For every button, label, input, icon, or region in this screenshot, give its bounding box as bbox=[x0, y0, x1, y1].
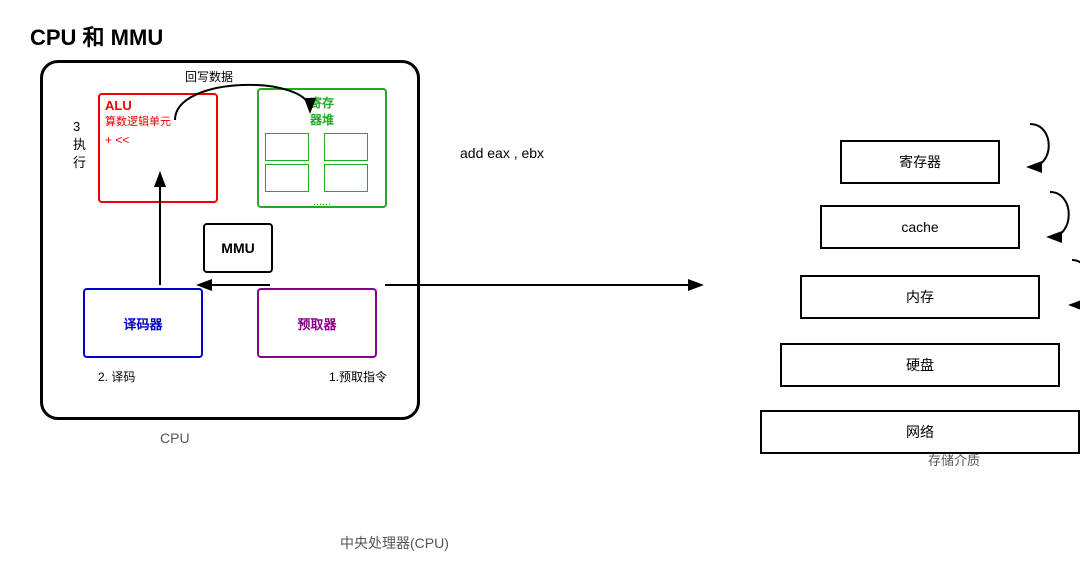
alu-ops: + << bbox=[100, 129, 216, 147]
reg-cell-4 bbox=[324, 164, 368, 192]
alu-subtitle: 算数逻辑单元 bbox=[100, 113, 216, 129]
bottom-label: 中央处理器(CPU) bbox=[340, 533, 449, 553]
alu-box: ALU 算数逻辑单元 + << bbox=[98, 93, 218, 203]
instruction-label: add eax , ebx bbox=[460, 145, 544, 161]
stair-disk: 硬盘 bbox=[780, 343, 1060, 387]
alu-title: ALU bbox=[100, 95, 216, 113]
storage-label: 存储介质 bbox=[928, 450, 980, 469]
reg-grid bbox=[263, 131, 381, 194]
mmu-box: MMU bbox=[203, 223, 273, 273]
page-title: CPU 和 MMU bbox=[30, 20, 1050, 52]
stair-register: 寄存器 bbox=[840, 140, 1000, 184]
stair-network: 网络 bbox=[760, 410, 1080, 454]
reg-cell-3 bbox=[265, 164, 309, 192]
cpu-box: 3执行 ALU 算数逻辑单元 + << 寄存器堆 ...... MMU 译码器 bbox=[40, 60, 420, 420]
reg-heap-title: 寄存器堆 bbox=[263, 94, 381, 128]
prefetch-label: 1.预取指令 bbox=[329, 368, 387, 385]
decoder-text: 译码器 bbox=[123, 314, 162, 333]
decoder-box: 译码器 bbox=[83, 288, 203, 358]
exec-label: 3执行 bbox=[73, 118, 86, 173]
reg-dots: ...... bbox=[263, 194, 381, 208]
prefetch-box: 预取器 bbox=[257, 288, 377, 358]
writeback-label: 回写数据 bbox=[185, 68, 233, 85]
decoder-label: 2. 译码 bbox=[98, 368, 135, 385]
stair-cache: cache bbox=[820, 205, 1020, 249]
reg-cell-2 bbox=[324, 133, 368, 161]
stair-memory: 内存 bbox=[800, 275, 1040, 319]
prefetch-text: 预取器 bbox=[297, 314, 336, 333]
cpu-label: CPU bbox=[160, 430, 190, 446]
mmu-label: MMU bbox=[221, 240, 254, 256]
register-heap-box: 寄存器堆 ...... bbox=[257, 88, 387, 208]
reg-cell-1 bbox=[265, 133, 309, 161]
